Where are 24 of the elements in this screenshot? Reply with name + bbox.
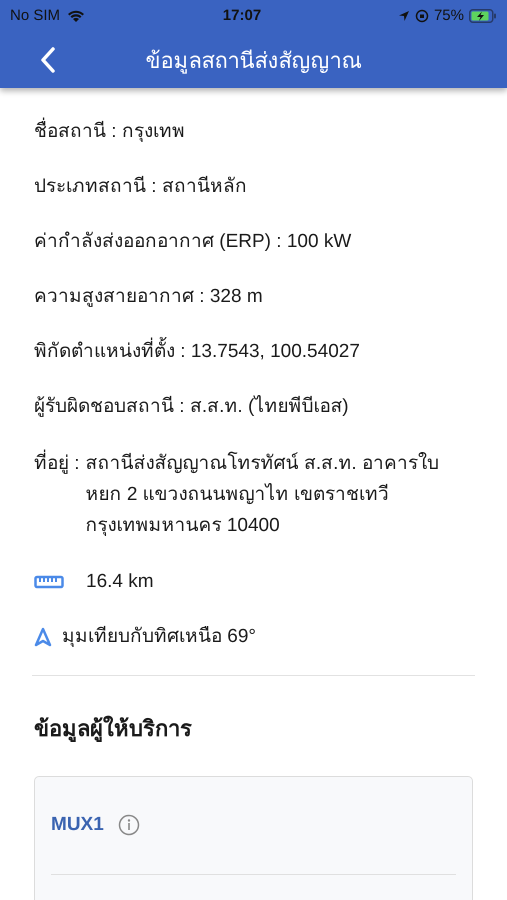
mux-title: MUX1 <box>51 813 104 837</box>
detail-text: ผู้รับผิดชอบสถานี : ส.ส.ท. (ไทยพีบีเอส) <box>34 394 350 419</box>
status-time: 17:07 <box>222 6 262 26</box>
location-arrow-icon <box>398 10 410 22</box>
distance-text: 16.4 km <box>86 570 154 594</box>
back-chevron-icon <box>40 47 56 73</box>
detail-text: ชื่อสถานี : กรุงเทพ <box>34 118 473 146</box>
page-title: ข้อมูลสถานีส่งสัญญาณ <box>146 46 362 76</box>
carrier-label: No SIM <box>10 6 60 26</box>
detail-text: ประเภทสถานี : สถานีหลัก <box>34 174 248 199</box>
address-text: สถานีส่งสัญญาณโทรทัศน์ ส.ส.ท. อาคารใบหยก 2 แขวงถนนพญาไท เขตราชเทวี กรุงเทพมหานคร 10400 <box>86 450 440 538</box>
detail-text: ความสูงสายอากาศ : 328 m <box>34 285 264 309</box>
address-label: ที่อยู่ : <box>34 448 80 541</box>
battery-charging-icon <box>468 9 497 23</box>
detail-text: พิกัดตำแหน่งที่ตั้ง : 13.7543, 100.54027 <box>34 338 473 366</box>
section-heading: ข้อมูลผู้ให้บริการ <box>34 714 193 744</box>
rotation-lock-icon <box>414 9 429 23</box>
navigation-arrow-icon <box>34 627 52 647</box>
bearing-text: มุมเทียบกับทิศเหนือ 69° <box>62 624 256 649</box>
detail-text: ค่ากำลังส่งออกอากาศ (ERP) : 100 kW <box>34 230 352 254</box>
ruler-icon <box>34 574 64 590</box>
info-icon <box>118 814 140 836</box>
wifi-icon <box>66 9 86 23</box>
battery-percent: 75% <box>434 6 464 26</box>
